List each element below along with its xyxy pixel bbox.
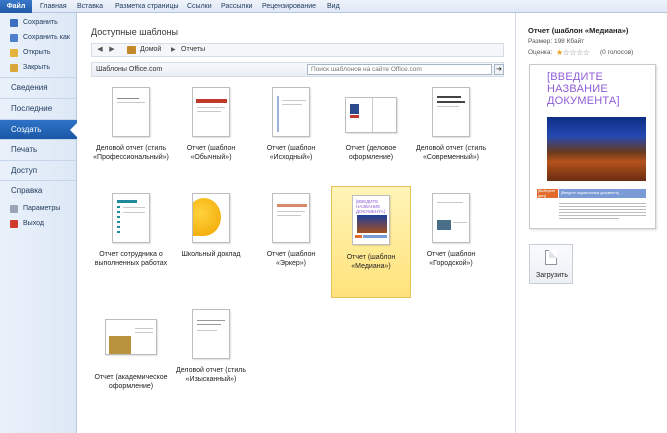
template-tile[interactable]: Отчет (деловое оформление) [331, 83, 411, 185]
template-tile[interactable]: Деловой отчет (стиль «Современный») [411, 83, 491, 185]
tab-view[interactable]: Вид [327, 0, 340, 13]
preview-doc-subtitle: [Введите подзаголовок документа] [559, 189, 646, 198]
tab-page-layout[interactable]: Разметка страницы [115, 0, 179, 13]
forward-arrow-icon[interactable]: ▶ [107, 45, 117, 55]
tab-references[interactable]: Ссылки [187, 0, 212, 13]
options-icon [10, 205, 18, 213]
search-go-arrow-icon[interactable]: ➔ [494, 64, 504, 75]
template-thumbnail [192, 309, 230, 359]
nav-options[interactable]: Параметры [0, 202, 77, 216]
breadcrumb-current: Отчеты [181, 46, 206, 53]
section-header: Шаблоны Office.com ➔ [91, 62, 504, 77]
preview-doc-image [547, 117, 646, 181]
preview-rating: Оценка: ★☆☆☆☆ (0 голосов) [528, 48, 633, 57]
nav-recent[interactable]: Последние [0, 98, 77, 118]
template-tile[interactable]: Отчет (шаблон «Исходный») [251, 83, 331, 185]
template-thumbnail [112, 193, 150, 243]
template-tile[interactable]: Отчет (шаблон «Эркер») [251, 189, 331, 291]
template-thumbnail [345, 97, 397, 133]
template-thumbnail [432, 87, 470, 137]
rating-stars-icon[interactable]: ★☆☆☆☆ [556, 48, 590, 57]
tab-review[interactable]: Рецензирование [262, 0, 316, 13]
template-thumbnail [272, 87, 310, 137]
template-thumbnail [112, 87, 150, 137]
breadcrumb-separator-icon: ▶ [171, 47, 176, 53]
document-icon [545, 250, 557, 265]
template-tile[interactable]: Отчет (академическое оформление) [91, 311, 171, 413]
template-tile[interactable]: Отчет (шаблон «Городской») [411, 189, 491, 291]
back-arrow-icon[interactable]: ◀ [95, 45, 105, 55]
template-tile[interactable]: Деловой отчет (стиль «Профессиональный») [91, 83, 171, 185]
nav-share[interactable]: Доступ [0, 160, 77, 180]
backstage-nav: Сохранить Сохранить как Открыть Закрыть … [0, 13, 78, 433]
home-icon[interactable] [127, 46, 136, 54]
template-thumbnail: [ВВЕДИТЕ НАЗВАНИЕ ДОКУМЕНТА] [352, 195, 390, 245]
section-label: Шаблоны Office.com [96, 66, 163, 73]
template-search-input[interactable] [307, 64, 492, 75]
preview-document: [ВВЕДИТЕ НАЗВАНИЕ ДОКУМЕНТА] [Выберите д… [529, 64, 656, 229]
breadcrumb-home[interactable]: Домой [140, 44, 161, 56]
page-title: Доступные шаблоны [91, 27, 179, 37]
template-tile[interactable]: Отчет сотрудника о выполненных работах [91, 189, 171, 291]
template-tile[interactable]: Отчет (шаблон «Обычный») [171, 83, 251, 185]
tab-file[interactable]: Файл [0, 0, 32, 13]
tab-insert[interactable]: Вставка [77, 0, 103, 13]
download-label: Загрузить [536, 272, 568, 279]
preview-doc-date: [Выберите дату] [537, 189, 558, 198]
ribbon-tab-bar: Файл Главная Вставка Разметка страницы С… [0, 0, 667, 13]
template-thumbnail [432, 193, 470, 243]
folder-close-icon [10, 64, 18, 72]
folder-open-icon [10, 49, 18, 57]
template-thumbnail [192, 193, 230, 243]
nav-exit[interactable]: Выход [0, 217, 77, 231]
rating-votes: (0 голосов) [600, 49, 634, 56]
nav-info[interactable]: Сведения [0, 77, 77, 97]
template-thumbnail [272, 193, 310, 243]
template-tile[interactable]: Школьный доклад [171, 189, 251, 291]
tab-mailings[interactable]: Рассылки [221, 0, 252, 13]
preview-doc-heading: [ВВЕДИТЕ НАЗВАНИЕ ДОКУМЕНТА] [547, 71, 620, 107]
templates-panel: Доступные шаблоны ◀ ▶ Домой ▶ Отчеты Шаб… [78, 13, 514, 433]
nav-print[interactable]: Печать [0, 139, 77, 159]
nav-save-as[interactable]: Сохранить как [0, 31, 77, 45]
nav-save[interactable]: Сохранить [0, 16, 77, 30]
nav-open[interactable]: Открыть [0, 46, 77, 60]
template-thumbnail [105, 319, 157, 355]
template-thumbnail [192, 87, 230, 137]
breadcrumb: ◀ ▶ Домой ▶ Отчеты [91, 43, 504, 57]
exit-icon [10, 220, 18, 228]
preview-size: Размер: 198 Кбайт [528, 38, 585, 45]
save-icon [10, 19, 18, 27]
template-preview-pane: Отчет (шаблон «Медиана») Размер: 198 Кба… [515, 13, 667, 433]
tab-home[interactable]: Главная [40, 0, 67, 13]
rating-label: Оценка: [528, 49, 553, 56]
save-as-icon [10, 34, 18, 42]
nav-new[interactable]: Создать [0, 119, 78, 139]
download-button[interactable]: Загрузить [529, 244, 573, 284]
nav-close[interactable]: Закрыть [0, 61, 77, 75]
preview-title: Отчет (шаблон «Медиана») [528, 26, 629, 35]
template-tile-selected[interactable]: [ВВЕДИТЕ НАЗВАНИЕ ДОКУМЕНТА] Отчет (шабл… [331, 186, 411, 298]
nav-help[interactable]: Справка [0, 180, 77, 200]
template-tile[interactable]: Деловой отчет (стиль «Изысканный») [171, 305, 251, 407]
